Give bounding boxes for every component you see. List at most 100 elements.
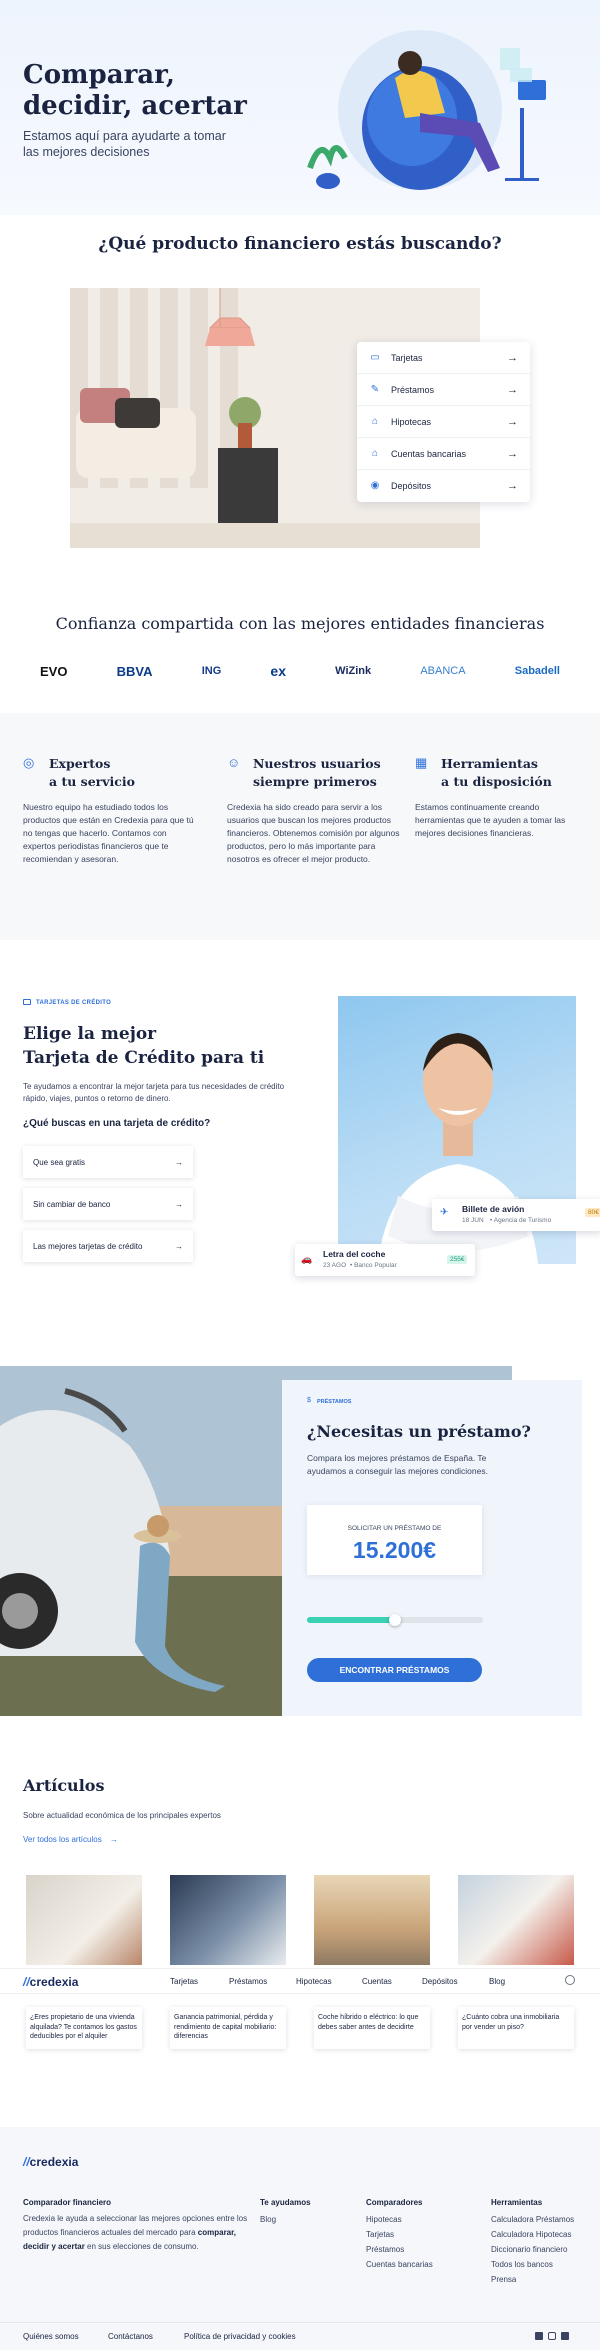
- feature-title-line: siempre primeros: [253, 774, 377, 789]
- footer-contact-link[interactable]: Contáctanos: [108, 2332, 153, 2341]
- footer-link-blog[interactable]: Blog: [260, 2212, 311, 2227]
- article-card[interactable]: ¿Eres propietario de una vivienda alquil…: [23, 1872, 145, 2052]
- loan-slider-handle[interactable]: [389, 1614, 401, 1626]
- logo-sabadell: Sabadell: [514, 665, 560, 677]
- footer-link[interactable]: Todos los bancos: [491, 2257, 574, 2272]
- article-image: [314, 1875, 430, 1965]
- footer-link[interactable]: Cuentas bancarias: [366, 2257, 433, 2272]
- loan-icon: ✎: [370, 383, 380, 395]
- loan-amount: 15.200€: [352, 1537, 437, 1563]
- article-title[interactable]: Ganancia patrimonial, pérdida y rendimie…: [170, 2007, 286, 2049]
- feature-users: ☺ Nuestros usuarios siempre primeros Crede…: [227, 755, 402, 866]
- product-label: Tarjetas: [391, 352, 423, 363]
- feature-text: Credexia ha sido creado para servir a lo…: [227, 802, 400, 864]
- arrow-right-icon: →: [175, 1241, 183, 1251]
- search-icon[interactable]: [565, 1975, 575, 1985]
- arrow-right-icon: →: [507, 480, 518, 492]
- footer-link[interactable]: Calculadora Préstamos: [491, 2212, 574, 2227]
- flight-badge: 80€: [585, 1208, 600, 1217]
- article-image: [26, 1875, 142, 1965]
- feature-text: Nuestro equipo ha estudiado todos los pr…: [23, 802, 194, 864]
- footer-help: Te ayudamos Blog: [260, 2195, 311, 2227]
- hero-title: Comparar, decidir, acertar: [23, 60, 247, 121]
- nav-depositos[interactable]: Depósitos: [422, 1977, 458, 1986]
- piggy-icon: ◉: [370, 480, 380, 491]
- feature-title: Nuestros usuarios siempre primeros: [253, 755, 381, 791]
- instagram-icon[interactable]: [548, 2332, 556, 2340]
- feature-title-line: Nuestros usuarios: [253, 756, 381, 771]
- all-articles-link[interactable]: Ver todos los artículos: [23, 1835, 102, 1844]
- flight-merchant: Agencia de Turismo: [493, 1217, 552, 1224]
- card-tag-icon: [23, 999, 31, 1005]
- loan-title: ¿Necesitas un préstamo?: [307, 1422, 531, 1441]
- card-option-best[interactable]: Las mejores tarjetas de crédito →: [23, 1230, 193, 1262]
- navbar-logo[interactable]: //credexia: [23, 1975, 78, 1989]
- trust-title: Confianza compartida con las mejores ent…: [55, 614, 545, 633]
- articles-link-wrap[interactable]: Ver todos los artículos →: [23, 1835, 118, 1844]
- product-item-hipotecas[interactable]: ⌂ Hipotecas →: [357, 406, 530, 438]
- card-option-same-bank[interactable]: Sin cambiar de banco →: [23, 1188, 193, 1220]
- article-title[interactable]: Coche híbrido o eléctrico: lo que debes …: [314, 2007, 430, 2049]
- nav-prestamos[interactable]: Préstamos: [229, 1977, 267, 1986]
- facebook-icon[interactable]: [535, 2332, 543, 2340]
- feature-title: Herramientas a tu disposición: [441, 755, 552, 791]
- article-title[interactable]: ¿Cuánto cobra una inmobiliaria por vende…: [458, 2007, 574, 2049]
- footer-link[interactable]: Calculadora Hipotecas: [491, 2227, 574, 2242]
- linkedin-icon[interactable]: [561, 2332, 569, 2340]
- feature-tools: ▦ Herramientas a tu disposición Estamos co…: [415, 755, 590, 840]
- footer-link[interactable]: Prensa: [491, 2272, 574, 2287]
- nav-blog[interactable]: Blog: [489, 1977, 505, 1986]
- footer-link[interactable]: Diccionario financiero: [491, 2242, 574, 2257]
- articles-title: Artículos: [23, 1776, 105, 1795]
- features-section: ◎ Expertos a tu servicio Nuestro equipo ha…: [0, 713, 600, 940]
- top-navbar: //credexia Tarjetas Préstamos Hipotecas …: [0, 1968, 600, 1994]
- article-card[interactable]: ¿Cuánto cobra una inmobiliaria por vende…: [455, 1872, 577, 2052]
- loan-slider[interactable]: [307, 1614, 483, 1626]
- product-item-depositos[interactable]: ◉ Depósitos →: [357, 470, 530, 502]
- hero-subtitle: Estamos aquí para ayudarte a tomar las m…: [23, 129, 226, 159]
- nav-hipotecas[interactable]: Hipotecas: [296, 1977, 332, 1986]
- find-loans-button[interactable]: ENCONTRAR PRÉSTAMOS: [307, 1658, 482, 1682]
- loan-amount-label: SOLICITAR UN PRÉSTAMO DE: [347, 1525, 442, 1532]
- footer-link[interactable]: Tarjetas: [366, 2227, 433, 2242]
- cards-title-line: Elige la mejor: [23, 1024, 157, 1044]
- product-item-tarjetas[interactable]: ▭ Tarjetas →: [357, 342, 530, 374]
- bank-logos: EVO BBVA ING ex WiZink ABANCA Sabadell: [40, 660, 560, 682]
- footer-tools: Herramientas Calculadora Préstamos Calcu…: [491, 2195, 574, 2287]
- logo-mark-icon: //: [23, 2155, 30, 2169]
- product-item-prestamos[interactable]: ✎ Préstamos →: [357, 374, 530, 406]
- nav-tarjetas[interactable]: Tarjetas: [170, 1977, 198, 1986]
- cards-tag: TARJETAS DE CRÉDITO: [36, 1000, 112, 1006]
- card-option-free[interactable]: Que sea gratis →: [23, 1146, 193, 1178]
- arrow-right-icon: →: [175, 1157, 183, 1167]
- footer-bottom-bar: Quiénes somos Contáctanos Política de pr…: [0, 2322, 600, 2350]
- feature-title-line: Herramientas: [441, 756, 538, 771]
- nav-cuentas[interactable]: Cuentas: [362, 1977, 392, 1986]
- hero-section: Comparar, decidir, acertar Estamos aquí …: [0, 0, 600, 215]
- bank-icon: ⌂: [371, 447, 379, 459]
- loan-panel: $ PRÉSTAMOS ¿Necesitas un préstamo? Comp…: [282, 1380, 582, 1716]
- article-card[interactable]: Ganancia patrimonial, pérdida y rendimie…: [167, 1872, 289, 2052]
- credit-card-icon: ▭: [370, 351, 380, 363]
- feature-experts: ◎ Expertos a tu servicio Nuestro equipo ha…: [23, 755, 198, 866]
- arrow-right-icon: →: [507, 447, 518, 460]
- loan-amount-box: SOLICITAR UN PRÉSTAMO DE 15.200€: [307, 1505, 482, 1575]
- article-title[interactable]: ¿Eres propietario de una vivienda alquil…: [26, 2007, 142, 2049]
- feature-text: Estamos continuamente creando herramient…: [415, 802, 566, 838]
- footer-link[interactable]: Préstamos: [366, 2242, 433, 2257]
- footer-comparators: Comparadores Hipotecas Tarjetas Préstamo…: [366, 2195, 433, 2272]
- footer-privacy-link[interactable]: Política de privacidad y cookies: [184, 2332, 296, 2341]
- car-badge: 255€: [447, 1255, 468, 1264]
- footer-link[interactable]: Hipotecas: [366, 2212, 433, 2227]
- article-card[interactable]: Coche híbrido o eléctrico: lo que debes …: [311, 1872, 433, 2052]
- car-merchant-line: • Banco Popular: [350, 1262, 397, 1269]
- loan-subtitle: Compara los mejores préstamos de España.…: [307, 1453, 488, 1476]
- footer-about-link[interactable]: Quiénes somos: [23, 2332, 79, 2341]
- footer-logo[interactable]: //credexia: [23, 2155, 78, 2169]
- logo-mark-icon: //: [23, 1975, 30, 1989]
- car-loan-card: 🚗 Letra del coche 23 AGO • Banco Popular…: [295, 1244, 475, 1276]
- feature-title-line: a tu servicio: [49, 774, 135, 789]
- product-item-cuentas[interactable]: ⌂ Cuentas bancarias →: [357, 438, 530, 470]
- car-icon: 🚗: [301, 1254, 313, 1264]
- arrow-right-icon: →: [175, 1199, 183, 1209]
